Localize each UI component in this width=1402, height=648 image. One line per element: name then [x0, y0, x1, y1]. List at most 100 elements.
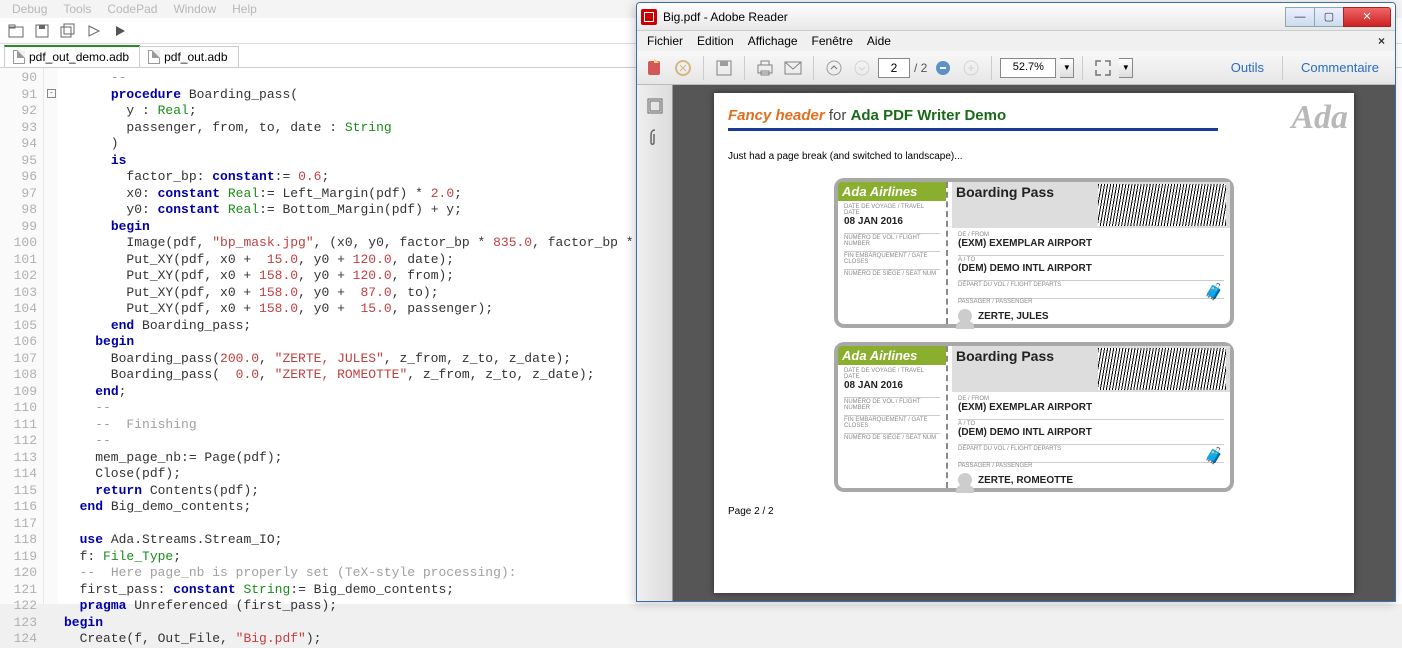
- menu-window[interactable]: Fenêtre: [812, 34, 853, 48]
- passenger-name: ZERTE, ROMEOTTE: [978, 475, 1073, 486]
- attachments-icon[interactable]: [644, 127, 666, 149]
- date-value: 08 JAN 2016: [844, 216, 940, 227]
- barcode: [1098, 184, 1226, 226]
- close-button[interactable]: ✕: [1343, 7, 1391, 27]
- date-label: DATE DE VOYAGE / TRAVEL DATE: [844, 204, 940, 216]
- comment-link[interactable]: Commentaire: [1291, 60, 1389, 75]
- close-doc-icon[interactable]: ×: [1378, 34, 1385, 48]
- bp-title: Boarding Pass: [956, 184, 1054, 226]
- menu-tools[interactable]: Tools: [63, 2, 91, 16]
- header-for: for: [825, 107, 851, 124]
- page-area[interactable]: Ada Fancy header for Ada PDF Writer Demo…: [673, 85, 1395, 601]
- gate-label: FIN EMBARQUEMENT / GATE CLOSES: [844, 417, 940, 429]
- adobe-reader-window: Big.pdf - Adobe Reader — ▢ ✕ Fichier Edi…: [636, 2, 1396, 602]
- tab-pdf-out-demo[interactable]: pdf_out_demo.adb: [4, 45, 140, 67]
- build-icon[interactable]: [84, 21, 104, 41]
- page-number-input[interactable]: [878, 58, 910, 78]
- from-value: (EXM) EXEMPLAR AIRPORT: [958, 402, 1224, 413]
- file-icon: [13, 50, 25, 64]
- file-icon: [148, 50, 160, 64]
- from-value: (EXM) EXEMPLAR AIRPORT: [958, 238, 1224, 249]
- convert-icon[interactable]: [671, 56, 695, 80]
- zoom-dropdown-icon[interactable]: ▼: [1060, 58, 1074, 78]
- ada-logo: Ada: [1291, 99, 1348, 137]
- flight-label: NUMÉRO DE VOL / FLIGHT NUMBER: [844, 235, 940, 247]
- separator: [991, 56, 992, 80]
- save-icon[interactable]: [32, 21, 52, 41]
- tools-link[interactable]: Outils: [1221, 60, 1274, 75]
- menu-window[interactable]: Window: [173, 2, 216, 16]
- header-title: Ada PDF Writer Demo: [851, 107, 1007, 124]
- baggage-icon: 🧳: [1204, 446, 1224, 466]
- view-dropdown-icon[interactable]: ▼: [1119, 58, 1133, 78]
- page-break-text: Just had a page break (and switched to l…: [728, 151, 1340, 162]
- reader-menubar[interactable]: Fichier Edition Affichage Fenêtre Aide ×: [637, 31, 1395, 51]
- menu-view[interactable]: Affichage: [748, 34, 798, 48]
- to-value: (DEM) DEMO INTL AIRPORT: [958, 263, 1224, 274]
- passenger-icon: [958, 309, 972, 323]
- header-fancy: Fancy header: [728, 107, 825, 124]
- save-icon[interactable]: [712, 56, 736, 80]
- zoom-out-icon[interactable]: [931, 56, 955, 80]
- to-value: (DEM) DEMO INTL AIRPORT: [958, 427, 1224, 438]
- reader-titlebar[interactable]: Big.pdf - Adobe Reader — ▢ ✕: [637, 3, 1395, 31]
- passenger-name: ZERTE, JULES: [978, 311, 1049, 322]
- tab-pdf-out[interactable]: pdf_out.adb: [139, 46, 238, 67]
- separator: [1082, 56, 1083, 80]
- side-rail: [637, 85, 673, 601]
- save-all-icon[interactable]: [58, 21, 78, 41]
- departs-label: DÉPART DU VOL / FLIGHT DEPARTS: [958, 446, 1224, 452]
- line-gutter: 90 91 92 93 94 95 96 97 98 99 100 101 10…: [0, 68, 44, 604]
- zoom-display[interactable]: 52.7%: [1000, 58, 1056, 78]
- window-title: Big.pdf - Adobe Reader: [663, 10, 788, 24]
- reader-body: Ada Fancy header for Ada PDF Writer Demo…: [637, 85, 1395, 601]
- boarding-pass: Ada Airlines DATE DE VOYAGE / TRAVEL DAT…: [834, 178, 1234, 328]
- airline-label: Ada Airlines: [838, 346, 946, 365]
- thumbnails-icon[interactable]: [644, 95, 666, 117]
- menu-debug[interactable]: Debug: [12, 2, 47, 16]
- date-label: DATE DE VOYAGE / TRAVEL DATE: [844, 368, 940, 380]
- boarding-pass: Ada Airlines DATE DE VOYAGE / TRAVEL DAT…: [834, 342, 1234, 492]
- adobe-reader-icon: [641, 9, 657, 25]
- run-icon[interactable]: [110, 21, 130, 41]
- passenger-icon: [958, 473, 972, 487]
- minimize-button[interactable]: —: [1285, 7, 1315, 27]
- page-up-icon[interactable]: [822, 56, 846, 80]
- departs-label: DÉPART DU VOL / FLIGHT DEPARTS: [958, 282, 1224, 288]
- flight-label: NUMÉRO DE VOL / FLIGHT NUMBER: [844, 399, 940, 411]
- open-file-icon[interactable]: [6, 21, 26, 41]
- menu-file[interactable]: Fichier: [647, 34, 683, 48]
- separator: [1282, 56, 1283, 80]
- fold-toggle-icon[interactable]: -: [47, 89, 56, 98]
- reader-toolbar: / 2 52.7%▼ ▼ Outils Commentaire: [637, 51, 1395, 85]
- gate-label: FIN EMBARQUEMENT / GATE CLOSES: [844, 253, 940, 265]
- menu-help[interactable]: Aide: [867, 34, 891, 48]
- fold-column: -: [44, 68, 58, 604]
- page-total: / 2: [914, 61, 927, 75]
- seat-label: NUMÉRO DE SIÈGE / SEAT NUM: [844, 271, 940, 277]
- email-icon[interactable]: [781, 56, 805, 80]
- pdf-page: Ada Fancy header for Ada PDF Writer Demo…: [714, 93, 1354, 593]
- separator: [744, 56, 745, 80]
- export-pdf-icon[interactable]: [643, 56, 667, 80]
- barcode: [1098, 348, 1226, 390]
- separator: [813, 56, 814, 80]
- page-down-icon[interactable]: [850, 56, 874, 80]
- tab-label: pdf_out.adb: [164, 50, 227, 64]
- separator: [703, 56, 704, 80]
- page-header: Fancy header for Ada PDF Writer Demo: [728, 107, 1340, 128]
- menu-edit[interactable]: Edition: [697, 34, 734, 48]
- airline-label: Ada Airlines: [838, 182, 946, 201]
- zoom-in-icon[interactable]: [959, 56, 983, 80]
- menu-help[interactable]: Help: [232, 2, 257, 16]
- bp-title: Boarding Pass: [956, 348, 1054, 390]
- menu-codepad[interactable]: CodePad: [107, 2, 157, 16]
- date-value: 08 JAN 2016: [844, 380, 940, 391]
- print-icon[interactable]: [753, 56, 777, 80]
- maximize-button[interactable]: ▢: [1314, 7, 1344, 27]
- tab-label: pdf_out_demo.adb: [29, 50, 129, 64]
- fit-window-icon[interactable]: [1091, 56, 1115, 80]
- header-rule: [728, 128, 1218, 131]
- baggage-icon: 🧳: [1204, 282, 1224, 302]
- page-footer: Page 2 / 2: [728, 506, 1340, 517]
